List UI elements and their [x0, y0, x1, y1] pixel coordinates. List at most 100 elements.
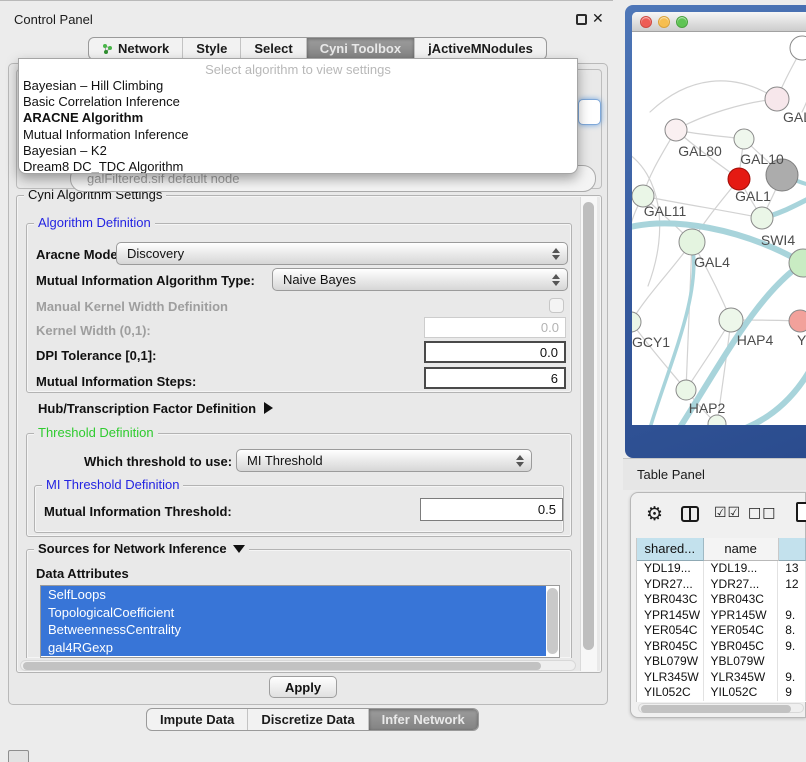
network-node-gal[interactable]	[765, 87, 789, 111]
tab-style[interactable]: Style	[182, 38, 240, 59]
collapse-down-arrow-icon	[233, 545, 245, 553]
data-attributes-list[interactable]: SelfLoopsTopologicalCoefficientBetweenne…	[40, 585, 560, 658]
column-header-name[interactable]: name	[704, 538, 779, 561]
network-edge	[632, 322, 686, 390]
aracne-mode-label: Aracne Mode:	[36, 247, 122, 262]
table-panel-header: Table Panel	[623, 458, 806, 490]
settings-horizontal-scrollbar-thumb[interactable]	[23, 662, 541, 670]
which-threshold-select[interactable]: MI Threshold	[236, 449, 532, 472]
attribute-item-betweennesscentrality[interactable]: BetweennessCentrality	[41, 621, 546, 639]
network-node-label: GAL1	[735, 188, 771, 204]
dropdown-item-bayesian-hill-climbing[interactable]: Bayesian – Hill Climbing	[19, 78, 577, 94]
mi-threshold-input[interactable]: 0.5	[420, 498, 563, 521]
network-icon	[102, 43, 113, 55]
table-cell: YBR045C	[637, 639, 704, 655]
network-node[interactable]	[728, 168, 750, 190]
table-cell: 9.	[778, 608, 806, 624]
which-threshold-label: Which threshold to use:	[84, 454, 232, 469]
dropdown-item-aracne-algorithm[interactable]: ARACNE Algorithm	[19, 110, 577, 126]
table-row[interactable]: YBR043CYBR043C	[637, 592, 806, 608]
minimized-panel-icon[interactable]	[8, 750, 29, 762]
network-node[interactable]	[790, 36, 806, 60]
table-horizontal-scrollbar[interactable]	[638, 703, 804, 713]
apply-button[interactable]: Apply	[269, 676, 337, 698]
tab-select[interactable]: Select	[240, 38, 305, 59]
float-panel-icon[interactable]	[576, 14, 587, 25]
expand-right-arrow-icon	[264, 402, 273, 414]
mi-algorithm-type-value: Naive Bayes	[283, 272, 356, 287]
dpi-tolerance-input[interactable]: 0.0	[424, 341, 566, 363]
column-header-cut[interactable]	[779, 538, 806, 561]
aracne-mode-select[interactable]: Discovery	[116, 242, 568, 265]
network-node-gal4[interactable]	[679, 229, 705, 255]
network-node-hap4[interactable]	[719, 308, 743, 332]
mi-algorithm-type-select[interactable]: Naive Bayes	[272, 268, 568, 291]
dropdown-item-mutual-information-inference[interactable]: Mutual Information Inference	[19, 127, 577, 143]
gear-icon[interactable]: ⚙	[646, 503, 663, 525]
table-row[interactable]: YER054CYER054C8.	[637, 623, 806, 639]
tab-network[interactable]: Network	[89, 38, 182, 59]
table-row[interactable]: YBR045CYBR045C9.	[637, 639, 806, 655]
tab-label: Style	[196, 38, 227, 59]
table-row[interactable]: YDL19...YDL19...13	[637, 561, 806, 577]
table-row[interactable]: YDR27...YDR27...12	[637, 577, 806, 593]
table-row[interactable]: YBL079WYBL079W	[637, 654, 806, 670]
network-node-y[interactable]	[789, 310, 806, 332]
manual-kernel-width-checkbox[interactable]	[549, 298, 564, 313]
hub-tf-definition-toggle[interactable]: Hub/Transcription Factor Definition	[38, 401, 273, 416]
threshold-definition-title: Threshold Definition	[34, 426, 158, 440]
unchecked-boxes-icon[interactable]: □□	[748, 505, 776, 521]
dropdown-item-basic-correlation-inference[interactable]: Basic Correlation Inference	[19, 94, 577, 110]
table-cell	[778, 592, 806, 608]
zoom-traffic-light-icon[interactable]	[676, 16, 688, 28]
cyni-bottom-tabs: Impute DataDiscretize DataInfer Network	[146, 708, 479, 731]
tab-jactivemnodules[interactable]: jActiveMNodules	[414, 38, 546, 59]
sources-group-title[interactable]: Sources for Network Inference	[34, 542, 249, 556]
control-panel-titlebar: Control Panel ✕	[0, 1, 613, 27]
attributes-list-scrollbar-thumb[interactable]	[547, 588, 558, 654]
document-icon[interactable]	[796, 502, 806, 522]
network-node-gal80[interactable]	[665, 119, 687, 141]
spinner-arrows-icon	[516, 455, 524, 467]
minimize-traffic-light-icon[interactable]	[658, 16, 670, 28]
tab-impute-data[interactable]: Impute Data	[147, 709, 247, 730]
table-cell: YDL19...	[704, 561, 779, 577]
dropdown-item-dream8-dc-tdc-algorithm[interactable]: Dream8 DC_TDC Algorithm	[19, 159, 577, 174]
close-traffic-light-icon[interactable]	[640, 16, 652, 28]
network-node-label: GAL4	[694, 254, 730, 270]
column-header-shared...[interactable]: shared...	[637, 538, 704, 561]
algorithm-combo-focus-edge[interactable]	[578, 99, 601, 125]
table-row[interactable]: YLR345WYLR345W9.	[637, 670, 806, 686]
attribute-item-gal4rgexp[interactable]: gal4RGexp	[41, 639, 546, 657]
tab-discretize-data[interactable]: Discretize Data	[247, 709, 367, 730]
mi-steps-input[interactable]: 6	[424, 367, 566, 389]
kernel-width-input[interactable]: 0.0	[424, 317, 566, 338]
network-edge	[632, 152, 660, 286]
network-node-hap2[interactable]	[676, 380, 696, 400]
checked-boxes-icon[interactable]: ☑☑	[714, 505, 741, 521]
network-edge	[650, 81, 777, 112]
table-row[interactable]: YPR145WYPR145W9.	[637, 608, 806, 624]
network-node-gcy1[interactable]	[632, 312, 641, 332]
network-window-titlebar[interactable]	[632, 12, 806, 32]
network-node-label: SWI4	[761, 232, 795, 248]
tab-infer-network[interactable]: Infer Network	[368, 709, 478, 730]
settings-vertical-scrollbar-thumb[interactable]	[583, 202, 594, 650]
network-node[interactable]	[708, 415, 726, 425]
table-horizontal-scrollbar-thumb[interactable]	[641, 705, 791, 713]
split-columns-icon[interactable]	[681, 506, 699, 522]
dropdown-item-bayesian-k2[interactable]: Bayesian – K2	[19, 143, 577, 159]
network-canvas[interactable]: GALGAL80GAL10GAL1GAL11GAL4SWI4GCY1HAP4YH…	[632, 32, 806, 425]
table-row[interactable]: YIL052CYIL052C9	[637, 685, 806, 701]
attribute-item-selfloops[interactable]: SelfLoops	[41, 586, 546, 604]
network-node-gal10[interactable]	[734, 129, 754, 149]
algorithm-dropdown-popup: Select algorithm to view settings Bayesi…	[18, 58, 578, 174]
attribute-item-topologicalcoefficient[interactable]: TopologicalCoefficient	[41, 604, 546, 622]
close-icon[interactable]: ✕	[592, 10, 604, 27]
table-cell: YDL19...	[637, 561, 704, 577]
settings-horizontal-scrollbar[interactable]	[20, 660, 576, 671]
network-node-gal1[interactable]	[751, 207, 773, 229]
settings-vertical-scrollbar[interactable]	[580, 197, 597, 671]
tab-cyni-toolbox[interactable]: Cyni Toolbox	[306, 38, 414, 59]
network-edge	[676, 99, 777, 130]
